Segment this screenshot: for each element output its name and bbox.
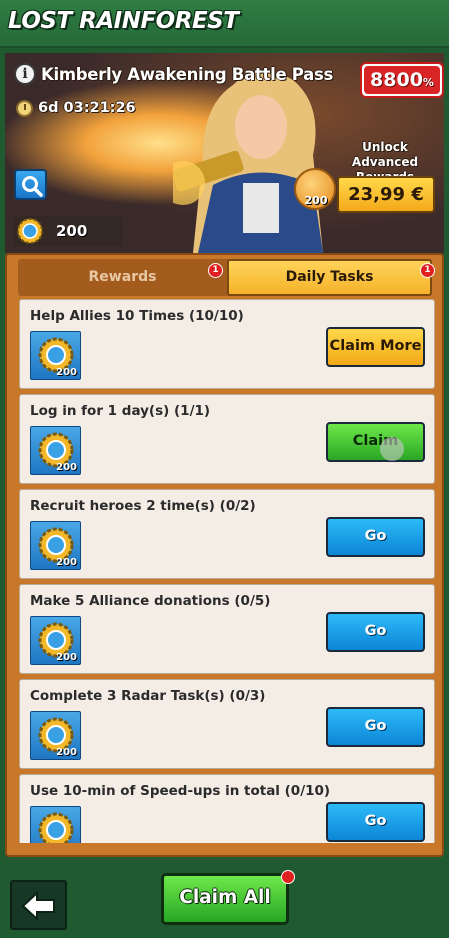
tasks-panel: Rewards 1 Daily Tasks 1 Help Allies 10 T…: [5, 253, 444, 857]
task-reward-item[interactable]: 200: [30, 426, 81, 475]
app-title: LOST RAINFOREST: [8, 8, 239, 34]
rewards-notification-badge: 1: [208, 263, 223, 278]
task-reward-item[interactable]: 200: [30, 331, 81, 380]
gear-coin-icon: [38, 812, 74, 843]
discount-unit: %: [422, 76, 434, 89]
footer-bar: Claim All: [0, 857, 449, 938]
task-row: Make 5 Alliance donations (0/5) 200 Go: [19, 584, 435, 674]
claim-all-button[interactable]: Claim All: [161, 873, 289, 925]
task-reward-item[interactable]: 200: [30, 616, 81, 665]
discount-badge: 8800%: [360, 62, 444, 98]
reward-quantity: 200: [56, 652, 77, 663]
reward-quantity: 200: [56, 842, 77, 843]
task-list[interactable]: Help Allies 10 Times (10/10) 200 Claim M…: [19, 299, 435, 843]
battle-pass-banner: i Kimberly Awakening Battle Pass 6d 03:2…: [5, 53, 444, 253]
task-reward-item[interactable]: 200: [30, 711, 81, 760]
gear-coin-icon: [17, 218, 43, 244]
task-title: Make 5 Alliance donations (0/5): [30, 593, 271, 609]
tab-bar: Rewards 1 Daily Tasks 1: [18, 259, 435, 296]
task-reward-item[interactable]: 200: [30, 806, 81, 843]
task-title: Use 10-min of Speed-ups in total (0/10): [30, 783, 331, 799]
reward-quantity: 200: [56, 747, 77, 758]
reward-quantity: 200: [56, 367, 77, 378]
task-title: Complete 3 Radar Task(s) (0/3): [30, 688, 266, 704]
token-value: 200: [304, 194, 328, 207]
go-button[interactable]: Go: [326, 802, 425, 842]
go-button[interactable]: Go: [326, 517, 425, 557]
task-row: Log in for 1 day(s) (1/1) 200 Claim: [19, 394, 435, 484]
preview-search-button[interactable]: [14, 169, 47, 200]
task-row: Help Allies 10 Times (10/10) 200 Claim M…: [19, 299, 435, 389]
task-row: Use 10-min of Speed-ups in total (0/10) …: [19, 774, 435, 843]
task-reward-item[interactable]: 200: [30, 521, 81, 570]
go-button[interactable]: Go: [326, 707, 425, 747]
clock-icon: [16, 100, 33, 117]
task-row: Recruit heroes 2 time(s) (0/2) 200 Go: [19, 489, 435, 579]
discount-value: 8800: [370, 69, 423, 91]
claim-more-button[interactable]: Claim More: [326, 327, 425, 367]
task-title: Recruit heroes 2 time(s) (0/2): [30, 498, 256, 514]
hero-illustration: [173, 71, 323, 253]
go-button[interactable]: Go: [326, 612, 425, 652]
points-tag: 200: [13, 216, 123, 246]
back-arrow-icon: [21, 890, 55, 922]
pass-title: Kimberly Awakening Battle Pass: [41, 65, 334, 84]
claim-button[interactable]: Claim: [326, 422, 425, 462]
buy-pass-button[interactable]: 23,99 €: [337, 176, 435, 213]
top-bar: LOST RAINFOREST: [0, 0, 449, 48]
daily-notification-badge: 1: [420, 263, 435, 278]
back-button[interactable]: [10, 880, 67, 930]
search-icon: [22, 176, 43, 197]
tab-daily-tasks[interactable]: Daily Tasks: [227, 259, 432, 296]
tab-rewards[interactable]: Rewards: [18, 259, 227, 296]
reward-quantity: 200: [56, 557, 77, 568]
task-row: Complete 3 Radar Task(s) (0/3) 200 Go: [19, 679, 435, 769]
claim-all-notification-dot: [281, 870, 295, 884]
points-value: 200: [56, 222, 88, 240]
task-title: Log in for 1 day(s) (1/1): [30, 403, 211, 419]
reward-quantity: 200: [56, 462, 77, 473]
countdown-timer: 6d 03:21:26: [38, 100, 136, 116]
info-icon[interactable]: i: [14, 63, 36, 85]
touch-indicator: [380, 437, 404, 461]
task-title: Help Allies 10 Times (10/10): [30, 308, 244, 324]
